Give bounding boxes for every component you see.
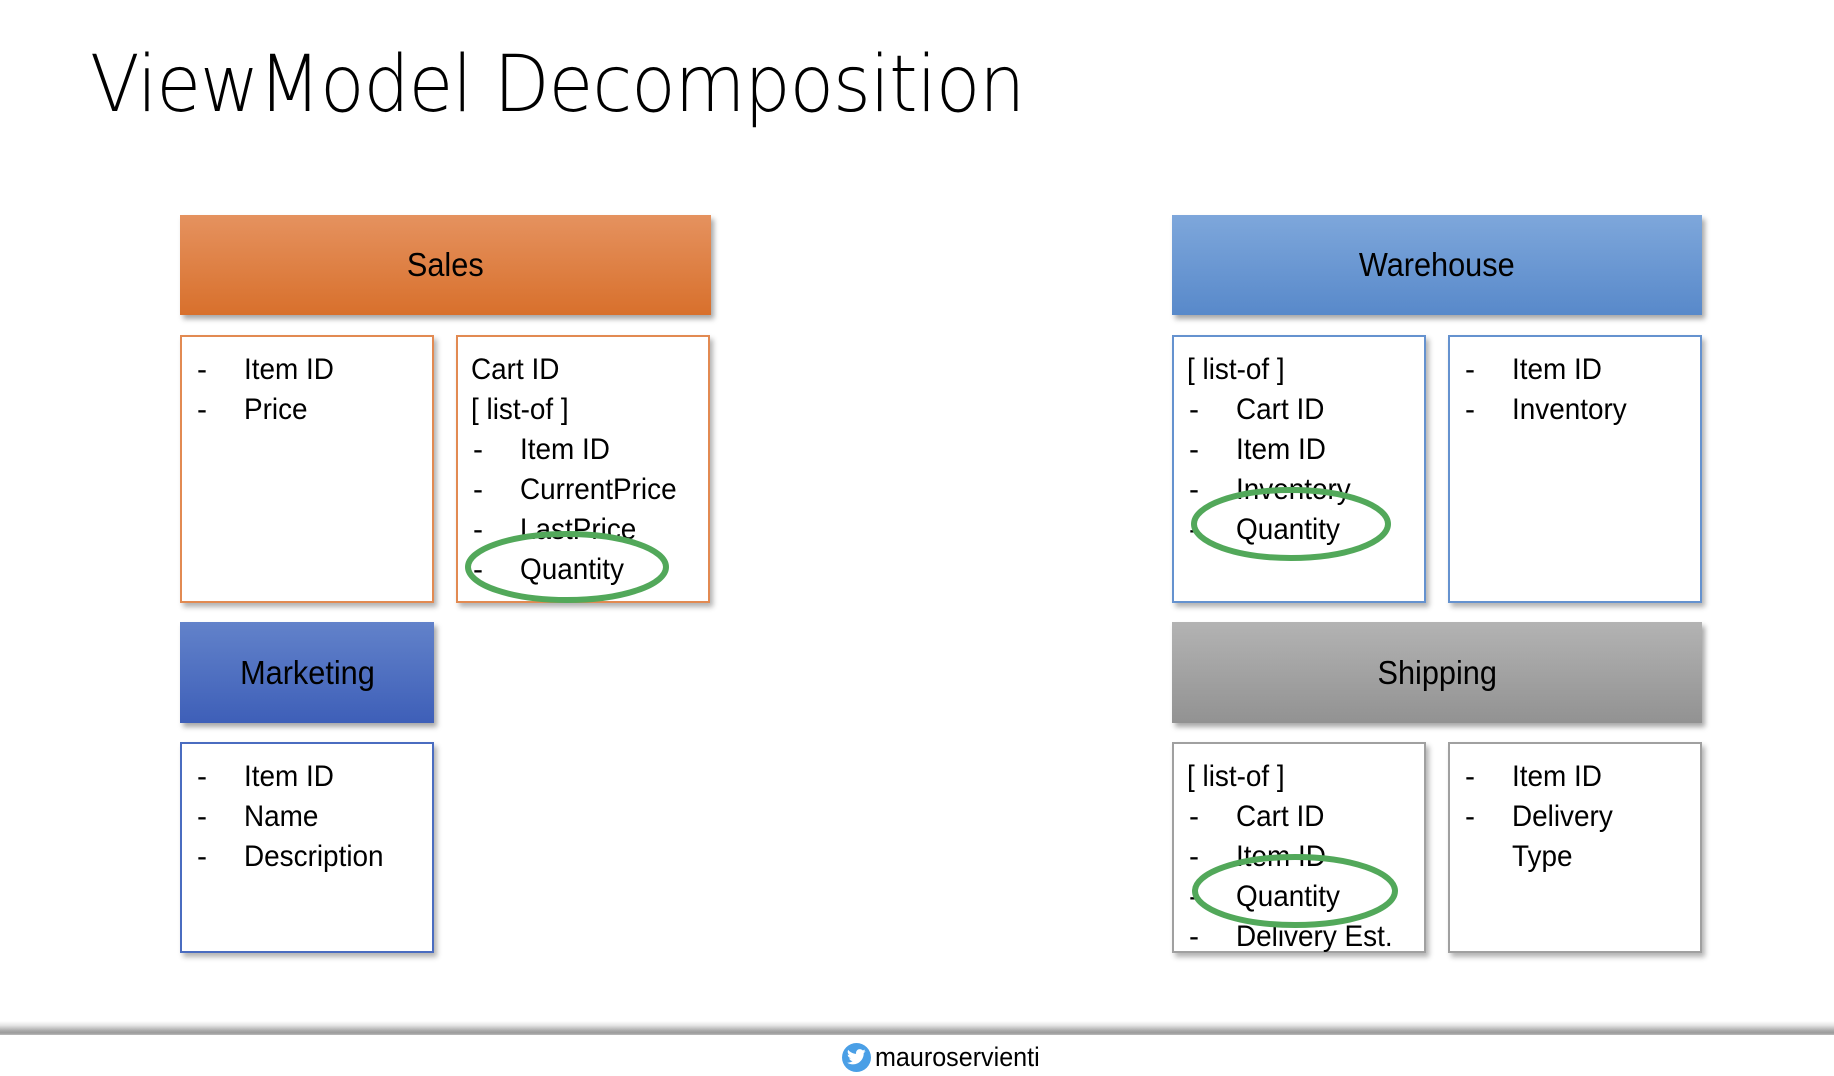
list-item-highlighted: - Quantity bbox=[1187, 877, 1424, 917]
twitter-bird-icon bbox=[842, 1042, 871, 1072]
list-item: - Delivery Est. bbox=[1187, 917, 1424, 957]
warehouse-product-box: - Item ID - Inventory bbox=[1448, 335, 1702, 603]
field-label: Cart ID bbox=[471, 353, 560, 386]
dash-bullet: - bbox=[1465, 760, 1475, 793]
dash-bullet: - bbox=[1465, 800, 1475, 833]
list-of-label: [ list-of ] bbox=[1187, 760, 1285, 793]
field-label: Item ID bbox=[1236, 433, 1326, 466]
list-item: - CurrentPrice bbox=[471, 470, 708, 510]
marketing-header-label: Marketing bbox=[239, 653, 375, 691]
dash-bullet: - bbox=[1189, 840, 1199, 873]
dash-bullet: - bbox=[1189, 880, 1199, 913]
field-label: Price bbox=[244, 393, 308, 426]
marketing-product-box: - Item ID - Name - Description bbox=[180, 742, 434, 953]
field-label: Item ID bbox=[244, 353, 334, 386]
dash-bullet: - bbox=[197, 353, 207, 386]
list-item: - Inventory bbox=[1187, 470, 1424, 510]
dash-bullet: - bbox=[1465, 393, 1475, 426]
list-item: - LastPrice bbox=[471, 510, 708, 550]
list-item: - Description bbox=[195, 837, 432, 877]
shipping-header: Shipping bbox=[1172, 622, 1702, 723]
field-label: Description bbox=[244, 840, 384, 873]
field-label: Quantity bbox=[520, 553, 624, 586]
warehouse-header: Warehouse bbox=[1172, 215, 1702, 315]
dash-bullet: - bbox=[1189, 513, 1199, 546]
dash-bullet: - bbox=[197, 393, 207, 426]
slide-title: ViewModel Decomposition bbox=[90, 40, 1025, 130]
sales-header-label: Sales bbox=[407, 246, 484, 283]
dash-bullet: - bbox=[197, 760, 207, 793]
dash-bullet: - bbox=[1465, 353, 1475, 386]
dash-bullet: - bbox=[473, 553, 483, 586]
twitter-handle: mauroservienti bbox=[842, 1041, 1052, 1073]
field-label: Cart ID bbox=[1236, 393, 1325, 426]
sales-product-box: - Item ID - Price bbox=[180, 335, 434, 603]
field-label-continuation: Type bbox=[1512, 840, 1573, 873]
field-label: Delivery bbox=[1512, 800, 1613, 833]
list-item: - Item ID bbox=[195, 350, 432, 390]
marketing-header: Marketing bbox=[180, 622, 434, 723]
warehouse-header-label: Warehouse bbox=[1359, 246, 1515, 283]
dash-bullet: - bbox=[1189, 473, 1199, 506]
field-label: Item ID bbox=[1512, 760, 1602, 793]
shipping-product-box: - Item ID - Delivery Type bbox=[1448, 742, 1702, 953]
dash-bullet: - bbox=[197, 800, 207, 833]
list-item: - Item ID bbox=[1463, 757, 1700, 797]
field-label: Item ID bbox=[1236, 840, 1326, 873]
field-label: Name bbox=[244, 800, 319, 833]
list-item: [ list-of ] bbox=[1187, 350, 1424, 390]
twitter-handle-text: mauroservienti bbox=[875, 1041, 1040, 1072]
dash-bullet: - bbox=[473, 433, 483, 466]
dash-bullet: - bbox=[1189, 800, 1199, 833]
footer-divider bbox=[0, 1021, 1834, 1035]
list-item: [ list-of ] bbox=[1187, 757, 1424, 797]
dash-bullet: - bbox=[197, 840, 207, 873]
list-item: - Item ID bbox=[1187, 837, 1424, 877]
field-label: Inventory bbox=[1512, 393, 1627, 426]
sales-header: Sales bbox=[180, 215, 711, 315]
shipping-cart-box: [ list-of ] - Cart ID - Item ID - Quantity … bbox=[1172, 742, 1426, 953]
field-label: Delivery Est. bbox=[1236, 920, 1393, 953]
shipping-header-label: Shipping bbox=[1377, 653, 1497, 691]
field-label: Item ID bbox=[520, 433, 610, 466]
dash-bullet: - bbox=[1189, 433, 1199, 466]
list-of-label: [ list-of ] bbox=[1187, 353, 1285, 386]
list-item: - Item ID bbox=[1463, 350, 1700, 390]
list-item: - Item ID bbox=[1187, 430, 1424, 470]
list-item: Type bbox=[1463, 837, 1700, 877]
field-label: Quantity bbox=[1236, 880, 1340, 913]
list-item: - Name bbox=[195, 797, 432, 837]
field-label: CurrentPrice bbox=[520, 473, 677, 506]
list-item-highlighted: - Quantity bbox=[471, 550, 708, 590]
list-item: - Item ID bbox=[471, 430, 708, 470]
field-label: Item ID bbox=[1512, 353, 1602, 386]
list-item: - Inventory bbox=[1463, 390, 1700, 430]
dash-bullet: - bbox=[1189, 393, 1199, 426]
list-item: Cart ID bbox=[471, 350, 708, 390]
dash-bullet: - bbox=[473, 513, 483, 546]
list-of-label: [ list-of ] bbox=[471, 393, 569, 426]
dash-bullet: - bbox=[473, 473, 483, 506]
list-item: - Price bbox=[195, 390, 432, 430]
list-item: [ list-of ] bbox=[471, 390, 708, 430]
list-item: - Item ID bbox=[195, 757, 432, 797]
warehouse-cart-box: [ list-of ] - Cart ID - Item ID - Inventory… bbox=[1172, 335, 1426, 603]
sales-cart-box: Cart ID [ list-of ] - Item ID - CurrentPri… bbox=[456, 335, 710, 603]
list-item: - Cart ID bbox=[1187, 797, 1424, 837]
list-item: - Cart ID bbox=[1187, 390, 1424, 430]
field-label: Inventory bbox=[1236, 473, 1351, 506]
field-label: Item ID bbox=[244, 760, 334, 793]
list-item: - Delivery bbox=[1463, 797, 1700, 837]
field-label: Cart ID bbox=[1236, 800, 1325, 833]
dash-bullet: - bbox=[1189, 920, 1199, 953]
field-label: LastPrice bbox=[520, 513, 637, 546]
field-label: Quantity bbox=[1236, 513, 1340, 546]
list-item-highlighted: - Quantity bbox=[1187, 510, 1424, 550]
